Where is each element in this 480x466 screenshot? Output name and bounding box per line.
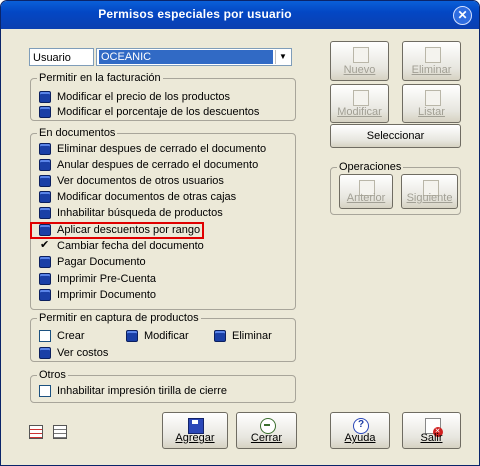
report-list-icon[interactable] — [53, 425, 67, 439]
perm-label: Imprimir Documento — [57, 289, 157, 301]
list-doc-icon — [424, 90, 441, 106]
user-selected-value: OCEANIC — [99, 50, 273, 64]
perm-label: Inhabilitar impresión tirilla de cierre — [57, 385, 227, 397]
dialog-body: Usuario OCEANIC ▼ Permitir en la factura… — [5, 30, 475, 461]
operaciones-group: Operaciones Anterior Siguiente — [330, 161, 461, 215]
facturacion-title: Permitir en la facturación — [37, 72, 163, 85]
user-select[interactable]: OCEANIC ▼ — [96, 48, 292, 66]
perm-toggle-icon[interactable] — [126, 330, 138, 342]
perm-toggle-icon[interactable] — [39, 143, 51, 155]
window-title: Permisos especiales por usuario — [98, 7, 292, 21]
add-button-label: Agregar — [175, 432, 215, 444]
perm-toggle-icon[interactable] — [39, 207, 51, 219]
perm-toggle-icon[interactable] — [39, 106, 51, 118]
perm-label: Modificar el precio de los productos — [57, 91, 231, 103]
perm-label: Eliminar — [232, 330, 272, 342]
otros-title: Otros — [37, 369, 68, 382]
close-button-label: Cerrar — [250, 432, 283, 444]
previous-button-label: Anterior — [346, 192, 386, 204]
perm-label: Modificar — [144, 330, 189, 342]
perm-label: Cambiar fecha del documento — [57, 240, 204, 252]
close-button[interactable]: Cerrar — [236, 412, 297, 449]
new-button-label: Nuevo — [343, 64, 376, 76]
perm-toggle-icon[interactable] — [39, 289, 51, 301]
checkbox-icon[interactable] — [39, 385, 51, 397]
perm-toggle-icon[interactable] — [39, 175, 51, 187]
new-doc-icon — [352, 47, 369, 63]
permissions-list-icon[interactable] — [29, 425, 43, 439]
perm-toggle-icon[interactable] — [39, 91, 51, 103]
new-button[interactable]: Nuevo — [330, 41, 389, 81]
perm-label: Eliminar despues de cerrado el documento — [57, 143, 267, 155]
edit-doc-icon — [352, 90, 369, 106]
otros-group: Otros Inhabilitar impresión tirilla de c… — [30, 369, 296, 403]
captura-group: Permitir en captura de productos Crear M… — [30, 312, 296, 362]
next-button-label: Siguiente — [406, 192, 453, 204]
list-button-label: Listar — [418, 106, 445, 118]
perm-label: Pagar Documento — [57, 256, 146, 268]
title-bar[interactable]: Permisos especiales por usuario ✕ — [1, 1, 479, 29]
perm-toggle-icon[interactable] — [39, 159, 51, 171]
modify-button[interactable]: Modificar — [330, 84, 389, 123]
checkmark-icon[interactable] — [39, 238, 51, 253]
modify-button-label: Modificar — [337, 106, 382, 118]
perm-label: Modificar documentos de otras cajas — [57, 191, 237, 203]
perm-label: Anular despues de cerrado el documento — [57, 159, 259, 171]
perm-label: Modificar el porcentaje de los descuento… — [57, 106, 260, 118]
next-button[interactable]: Siguiente — [401, 174, 458, 209]
perm-toggle-icon[interactable] — [39, 191, 51, 203]
previous-button[interactable]: Anterior — [339, 174, 393, 209]
delete-button-label: Eliminar — [411, 64, 452, 76]
help-button-label: Ayuda — [344, 432, 376, 444]
add-button[interactable]: Agregar — [162, 412, 228, 449]
exit-button[interactable]: Salir — [402, 412, 461, 449]
perm-toggle-icon[interactable] — [214, 330, 226, 342]
list-button[interactable]: Listar — [402, 84, 461, 123]
documentos-title: En documentos — [37, 127, 118, 140]
help-button[interactable]: ? Ayuda — [330, 412, 390, 449]
perm-label: Ver costos — [57, 347, 109, 359]
delete-doc-icon — [424, 47, 441, 63]
select-button-label: Seleccionar — [366, 130, 425, 142]
close-window-icon[interactable]: ✕ — [453, 6, 472, 25]
dialog-window: Permisos especiales por usuario ✕ Usuari… — [0, 0, 480, 466]
highlight-box — [30, 222, 204, 239]
perm-toggle-icon[interactable] — [39, 347, 51, 359]
facturacion-group: Permitir en la facturación Modificar el … — [30, 72, 296, 121]
checkbox-icon[interactable] — [39, 330, 51, 342]
perm-label: Imprimir Pre-Cuenta — [57, 273, 157, 285]
perm-label: Crear — [57, 330, 85, 342]
perm-toggle-icon[interactable] — [39, 256, 51, 268]
chevron-down-icon[interactable]: ▼ — [275, 50, 290, 64]
delete-button[interactable]: Eliminar — [402, 41, 461, 81]
perm-label: Ver documentos de otros usuarios — [57, 175, 224, 187]
operaciones-title: Operaciones — [337, 161, 404, 174]
select-button[interactable]: Seleccionar — [330, 124, 461, 148]
captura-title: Permitir en captura de productos — [37, 312, 201, 325]
perm-toggle-icon[interactable] — [39, 273, 51, 285]
perm-label: Inhabilitar búsqueda de productos — [57, 207, 223, 219]
exit-button-label: Salir — [420, 432, 443, 444]
user-label: Usuario — [29, 48, 94, 66]
